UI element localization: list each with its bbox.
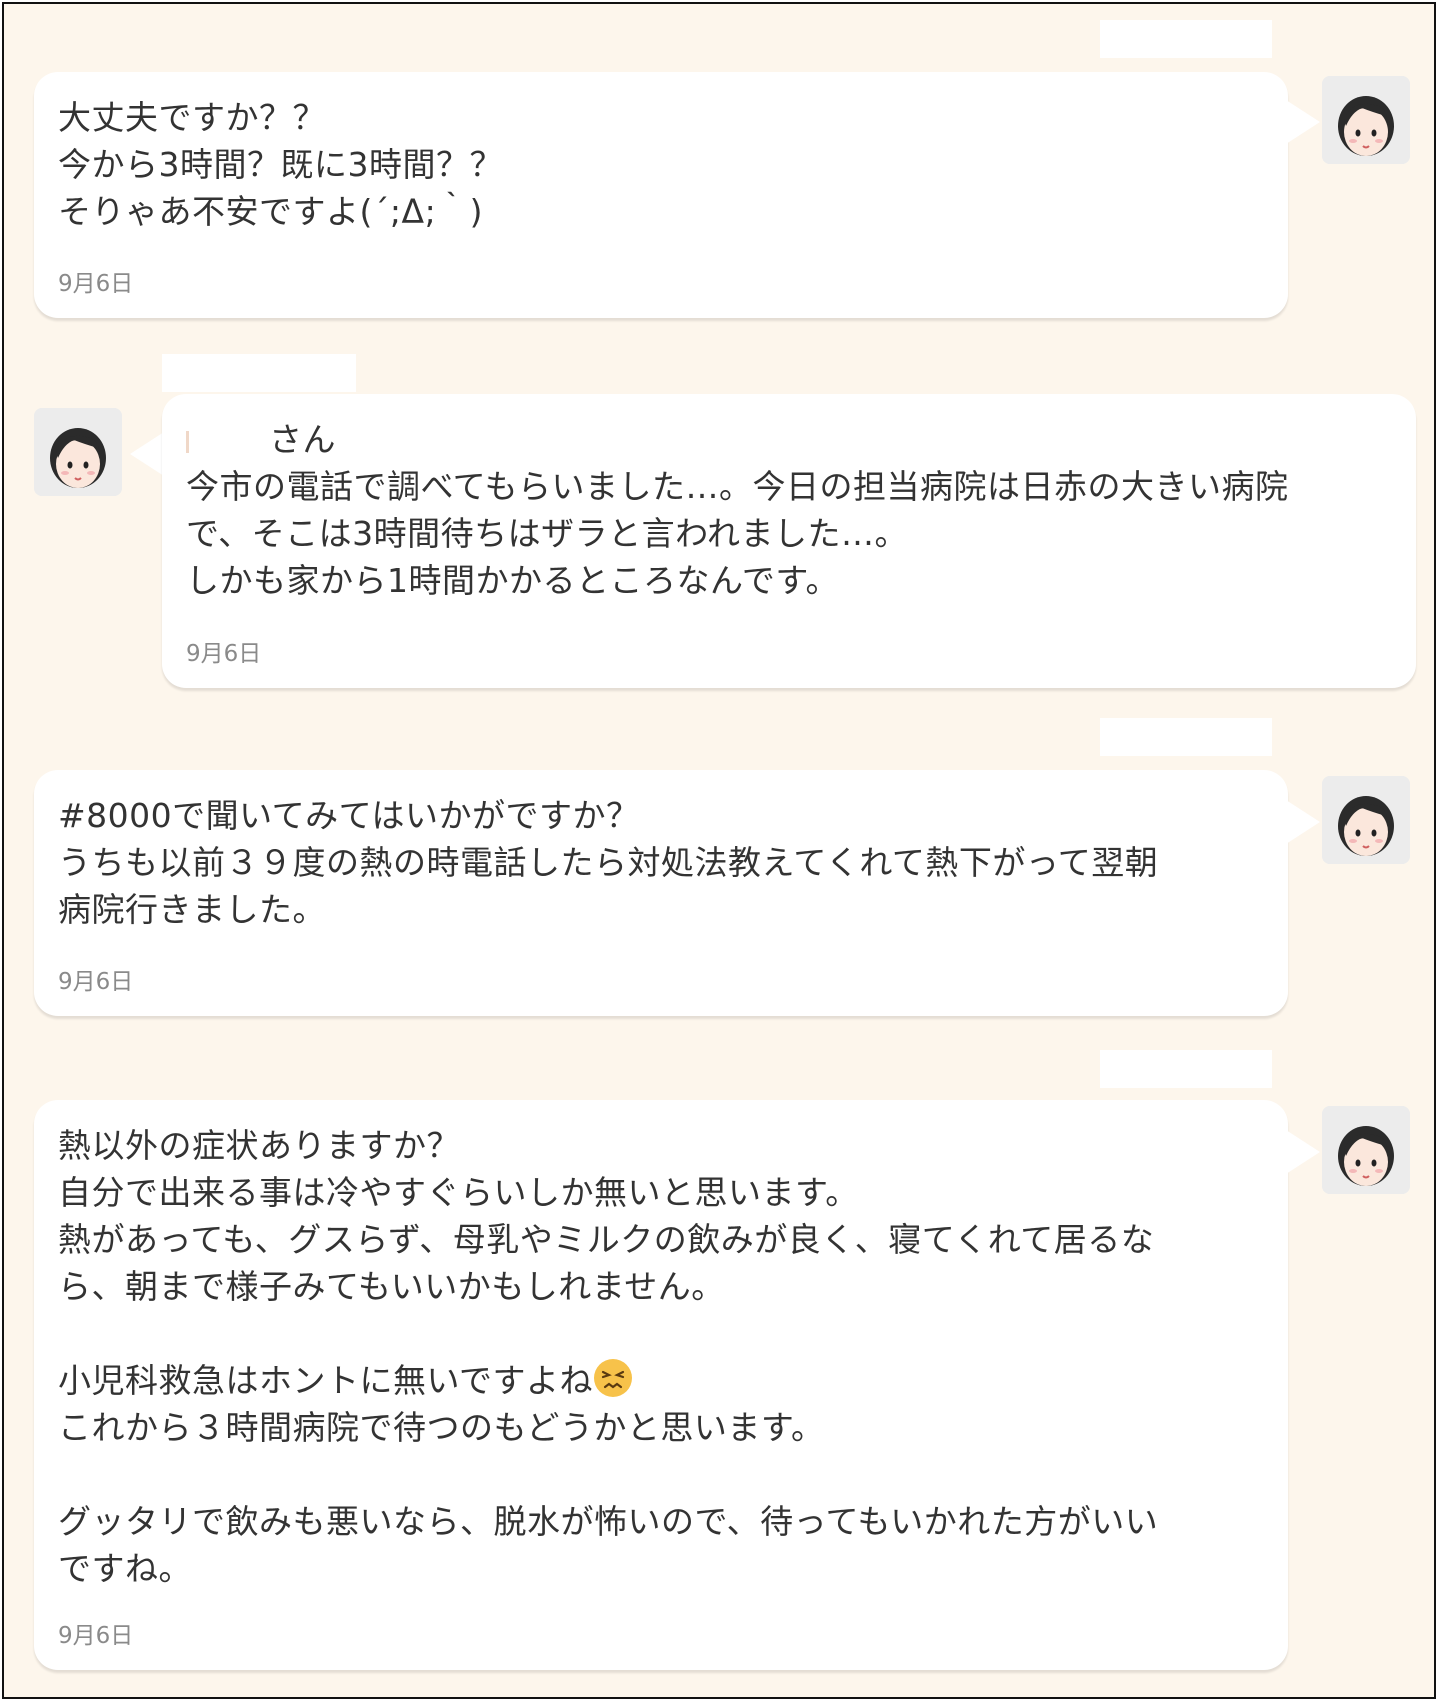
message-bubble: さん 今市の電話で調べてもらいました…。今日の担当病院は日赤の大きい病院 で、そこは… — [162, 394, 1416, 688]
salutation: さん — [269, 420, 336, 459]
redacted-username — [1100, 1050, 1272, 1088]
redacted-username — [1100, 718, 1272, 756]
avatar-woman-icon[interactable] — [1322, 1106, 1410, 1194]
message-date: 9月6日 — [58, 271, 134, 297]
chat-thread: 大丈夫ですか？？ 今から3時間？既に3時間？？ そりゃあ不安ですよ(´;ᐃ;｀) 9… — [2, 2, 1436, 1699]
redacted-username — [1100, 20, 1272, 58]
bubble-tail — [1286, 1130, 1320, 1174]
message-bubble: 熱以外の症状ありますか？ 自分で出来る事は冷やすぐらいしか無いと思います。 熱があっ… — [34, 1100, 1288, 1670]
redacted-username — [162, 354, 356, 392]
persevering-face-emoji-icon — [593, 1358, 633, 1398]
bubble-tail — [130, 432, 164, 476]
bubble-tail — [1286, 800, 1320, 844]
avatar-woman-icon[interactable] — [1322, 776, 1410, 864]
redacted-mention — [186, 431, 189, 453]
avatar-woman-icon[interactable] — [1322, 76, 1410, 164]
message-date: 9月6日 — [58, 969, 134, 995]
message-text: #8000で聞いてみてはいかがですか？ うちも以前３９度の熱の時電話したら対処法教… — [58, 796, 1159, 929]
message-bubble: 大丈夫ですか？？ 今から3時間？既に3時間？？ そりゃあ不安ですよ(´;ᐃ;｀) 9… — [34, 72, 1288, 318]
message-text: さん 今市の電話で調べてもらいました…。今日の担当病院は日赤の大きい病院 で、そこは… — [186, 416, 1392, 604]
bubble-tail — [1286, 100, 1320, 144]
message-date: 9月6日 — [58, 1623, 134, 1649]
message-text: 大丈夫ですか？？ 今から3時間？既に3時間？？ そりゃあ不安ですよ(´;ᐃ;｀) — [58, 98, 503, 231]
avatar-woman-icon[interactable] — [34, 408, 122, 496]
message-bubble: #8000で聞いてみてはいかがですか？ うちも以前３９度の熱の時電話したら対処法教… — [34, 770, 1288, 1016]
message-text: 熱以外の症状ありますか？ 自分で出来る事は冷やすぐらいしか無いと思います。 熱があっ… — [58, 1126, 1159, 1588]
message-date: 9月6日 — [186, 641, 262, 667]
